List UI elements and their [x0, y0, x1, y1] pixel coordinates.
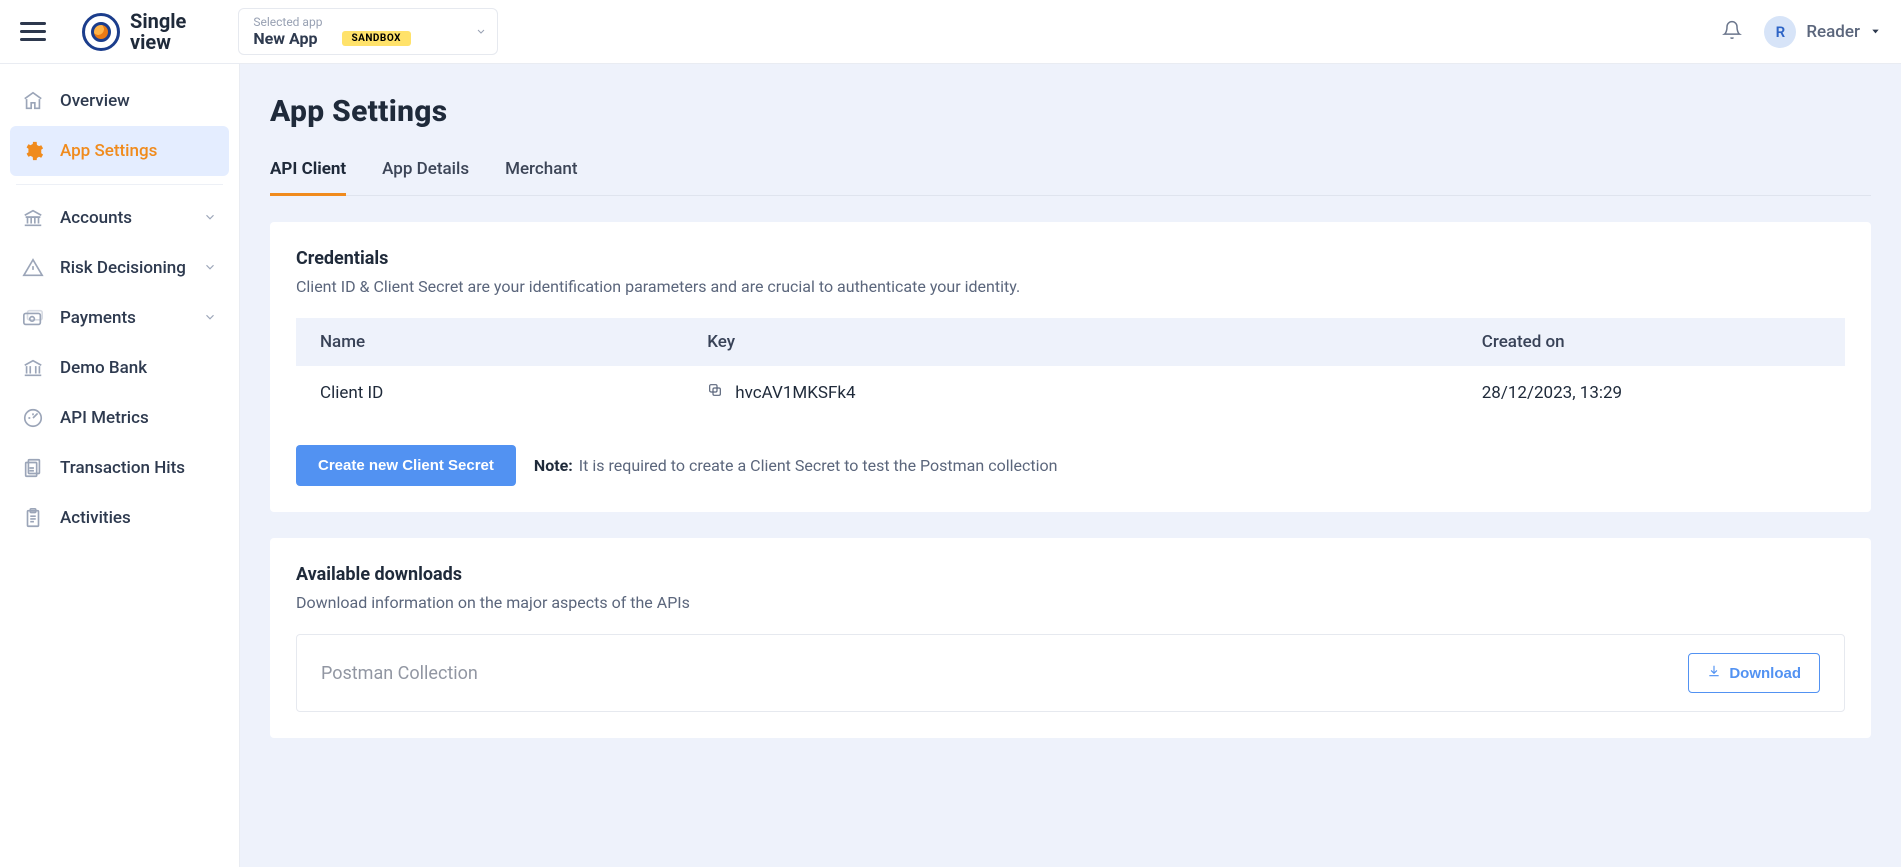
content: App Settings API Client App Details Merc…	[240, 64, 1901, 867]
warning-icon	[22, 257, 44, 279]
col-created: Created on	[1458, 318, 1845, 366]
downloads-title: Available downloads	[296, 564, 1845, 585]
credentials-card: Credentials Client ID & Client Secret ar…	[270, 222, 1871, 512]
downloads-card: Available downloads Download information…	[270, 538, 1871, 738]
page-title: App Settings	[270, 94, 1871, 129]
clipboard-icon	[22, 507, 44, 529]
note-label: Note:	[534, 456, 573, 475]
download-name: Postman Collection	[321, 663, 478, 684]
bell-icon[interactable]	[1722, 20, 1742, 44]
downloads-desc: Download information on the major aspect…	[296, 593, 1845, 612]
user-menu[interactable]: R Reader	[1764, 16, 1881, 48]
sidebar-item-label: App Settings	[60, 141, 157, 161]
menu-icon[interactable]	[20, 19, 46, 45]
sidebar-item-risk-decisioning[interactable]: Risk Decisioning	[10, 243, 229, 293]
header: Single view Selected app New App SANDBOX…	[0, 0, 1901, 64]
cell-name: Client ID	[296, 366, 683, 419]
cell-created: 28/12/2023, 13:29	[1458, 366, 1845, 419]
sidebar-item-label: API Metrics	[60, 408, 149, 428]
sidebar-item-accounts[interactable]: Accounts	[10, 193, 229, 243]
tab-merchant[interactable]: Merchant	[505, 153, 577, 195]
sidebar-item-transaction-hits[interactable]: Transaction Hits	[10, 443, 229, 493]
credentials-title: Credentials	[296, 248, 1845, 269]
logo-icon	[82, 13, 120, 51]
chevron-down-icon	[203, 209, 217, 228]
credentials-table: Name Key Created on Client ID	[296, 318, 1845, 419]
bank-icon	[22, 357, 44, 379]
caret-down-icon	[1870, 22, 1881, 41]
username: Reader	[1806, 22, 1860, 42]
cell-key: hvcAV1MKSFk4	[735, 383, 855, 403]
col-key: Key	[683, 318, 1458, 366]
download-button[interactable]: Download	[1688, 653, 1820, 693]
sidebar-item-label: Risk Decisioning	[60, 258, 186, 278]
sidebar-item-overview[interactable]: Overview	[10, 76, 229, 126]
sidebar: Overview App Settings Accounts Risk Deci…	[0, 64, 240, 867]
chevron-down-icon	[203, 309, 217, 328]
tab-api-client[interactable]: API Client	[270, 153, 346, 196]
files-icon	[22, 457, 44, 479]
gauge-icon	[22, 407, 44, 429]
download-row: Postman Collection Download	[296, 634, 1845, 712]
chevron-down-icon	[203, 259, 217, 278]
cash-icon	[22, 307, 44, 329]
sidebar-item-label: Demo Bank	[60, 358, 147, 378]
logo-line-1: Single	[130, 11, 186, 32]
sidebar-item-label: Payments	[60, 308, 136, 328]
sidebar-item-label: Activities	[60, 508, 131, 528]
app-selector[interactable]: Selected app New App SANDBOX	[238, 8, 498, 55]
download-button-label: Download	[1729, 665, 1801, 682]
chevron-down-icon	[475, 22, 487, 41]
credentials-desc: Client ID & Client Secret are your ident…	[296, 277, 1845, 296]
sidebar-item-label: Overview	[60, 91, 130, 111]
sidebar-item-app-settings[interactable]: App Settings	[10, 126, 229, 176]
sidebar-item-payments[interactable]: Payments	[10, 293, 229, 343]
create-client-secret-button[interactable]: Create new Client Secret	[296, 445, 516, 486]
sidebar-item-demo-bank[interactable]: Demo Bank	[10, 343, 229, 393]
sidebar-item-activities[interactable]: Activities	[10, 493, 229, 543]
sidebar-item-label: Transaction Hits	[60, 458, 185, 478]
tab-app-details[interactable]: App Details	[382, 153, 469, 195]
bank-icon	[22, 207, 44, 229]
logo-line-2: view	[130, 32, 186, 53]
logo-text: Single view	[130, 11, 186, 53]
table-row: Client ID hvcAV1MKSFk4 28/12/2023, 13:29	[296, 366, 1845, 419]
credentials-note: Note: It is required to create a Client S…	[534, 456, 1058, 475]
col-name: Name	[296, 318, 683, 366]
app-selector-label: Selected app	[253, 15, 467, 29]
tabs: API Client App Details Merchant	[270, 153, 1871, 196]
copy-icon[interactable]	[707, 382, 723, 403]
download-icon	[1707, 664, 1721, 682]
avatar: R	[1764, 16, 1796, 48]
home-icon	[22, 90, 44, 112]
app-selector-value: New App	[253, 29, 317, 48]
sidebar-item-label: Accounts	[60, 208, 132, 228]
note-text: It is required to create a Client Secret…	[579, 456, 1058, 475]
sandbox-badge: SANDBOX	[342, 31, 411, 46]
sidebar-item-api-metrics[interactable]: API Metrics	[10, 393, 229, 443]
gear-icon	[22, 140, 44, 162]
logo[interactable]: Single view	[82, 11, 186, 53]
